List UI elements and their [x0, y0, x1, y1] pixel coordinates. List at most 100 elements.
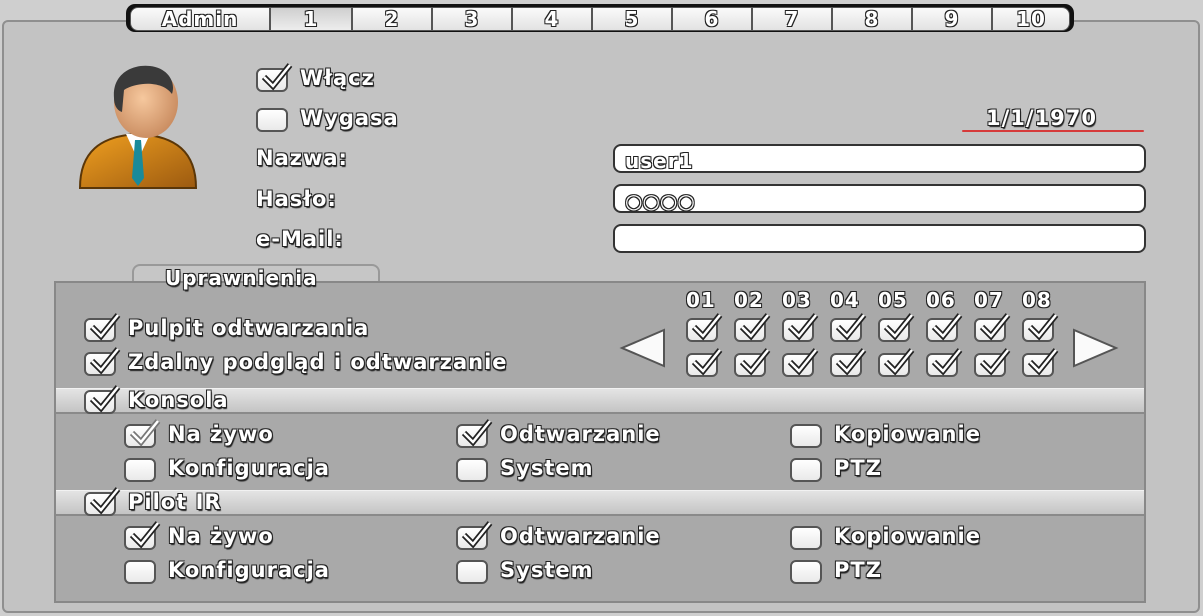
- channel-checkbox-r2-07[interactable]: [974, 348, 1011, 377]
- ir-live-checkbox[interactable]: [124, 521, 161, 550]
- channel-checkbox-r1-06[interactable]: [926, 313, 963, 342]
- enable-label: Włącz: [300, 66, 375, 90]
- console-config-checkbox[interactable]: [124, 458, 156, 482]
- channel-checkbox-r2-04[interactable]: [830, 348, 867, 377]
- email-label: e-Mail:: [256, 227, 344, 251]
- channel-label-02: 02: [734, 288, 764, 312]
- tab-admin[interactable]: Admin: [130, 7, 270, 31]
- checkmark-icon: [787, 348, 819, 376]
- channel-label-06: 06: [926, 288, 956, 312]
- channel-checkbox-r2-08[interactable]: [1022, 348, 1059, 377]
- name-value: user1: [625, 149, 694, 173]
- arrow-right-icon[interactable]: [1070, 328, 1120, 368]
- enable-checkbox[interactable]: [256, 63, 293, 92]
- tab-user-7[interactable]: 7: [752, 7, 832, 31]
- tab-user-9[interactable]: 9: [912, 7, 992, 31]
- channel-checkbox-r1-05[interactable]: [878, 313, 915, 342]
- expire-checkbox[interactable]: [256, 108, 288, 132]
- tab-user-1[interactable]: 1: [270, 7, 352, 31]
- checkmark-icon: [835, 313, 867, 341]
- console-live-label: Na żywo: [168, 422, 274, 446]
- channel-checkbox-r1-01[interactable]: [686, 313, 723, 342]
- remote-label: Zdalny podgląd i odtwarzanie: [128, 350, 508, 374]
- remote-checkbox[interactable]: [84, 347, 121, 376]
- arrow-left-icon[interactable]: [618, 328, 668, 368]
- user-avatar-icon: [78, 65, 198, 189]
- channel-label-03: 03: [782, 288, 812, 312]
- ir-ptz-checkbox[interactable]: [790, 560, 822, 584]
- ir-system-checkbox[interactable]: [456, 560, 488, 584]
- checkmark-icon: [261, 63, 293, 91]
- ir-live-label: Na żywo: [168, 524, 274, 548]
- console-label: Konsola: [128, 388, 229, 412]
- ir-ptz-label: PTZ: [834, 558, 882, 582]
- console-system-checkbox[interactable]: [456, 458, 488, 482]
- tab-user-3[interactable]: 3: [432, 7, 512, 31]
- channel-checkbox-r2-01[interactable]: [686, 348, 723, 377]
- ir-checkbox[interactable]: [84, 487, 121, 516]
- checkmark-icon: [931, 348, 963, 376]
- tab-user-8[interactable]: 8: [832, 7, 912, 31]
- channel-checkbox-r1-08[interactable]: [1022, 313, 1059, 342]
- checkmark-icon: [89, 347, 121, 375]
- checkmark-icon: [979, 313, 1011, 341]
- channel-label-04: 04: [830, 288, 860, 312]
- ir-backup-checkbox[interactable]: [790, 526, 822, 550]
- expire-date[interactable]: 1/1/1970: [986, 108, 1097, 129]
- password-label: Hasło:: [256, 187, 337, 211]
- channel-label-08: 08: [1022, 288, 1052, 312]
- checkmark-icon: [461, 521, 493, 549]
- channel-checkbox-r1-02[interactable]: [734, 313, 771, 342]
- checkmark-icon: [979, 348, 1011, 376]
- checkmark-icon: [739, 348, 771, 376]
- ir-system-label: System: [500, 558, 594, 582]
- tab-user-5[interactable]: 5: [592, 7, 672, 31]
- checkmark-icon: [1027, 313, 1059, 341]
- checkmark-icon: [931, 313, 963, 341]
- ir-label: Pilot IR: [128, 490, 222, 514]
- channel-checkbox-r1-04[interactable]: [830, 313, 867, 342]
- tab-user-6[interactable]: 6: [672, 7, 752, 31]
- console-live-checkbox[interactable]: [124, 419, 161, 448]
- tab-user-2[interactable]: 2: [352, 7, 432, 31]
- ir-playback-label: Odtwarzanie: [500, 524, 661, 548]
- password-value: ○○○○: [625, 189, 695, 213]
- name-field[interactable]: user1: [613, 144, 1146, 173]
- tab-user-10[interactable]: 10: [992, 7, 1070, 31]
- console-ptz-label: PTZ: [834, 456, 882, 480]
- ir-backup-label: Kopiowanie: [834, 524, 981, 548]
- checkmark-icon: [461, 419, 493, 447]
- console-checkbox[interactable]: [84, 385, 121, 414]
- checkmark-icon: [883, 313, 915, 341]
- checkmark-icon: [883, 348, 915, 376]
- checkmark-icon: [129, 419, 161, 447]
- channel-checkbox-r2-02[interactable]: [734, 348, 771, 377]
- playback-desk-label: Pulpit odtwarzania: [128, 316, 370, 340]
- checkmark-icon: [739, 313, 771, 341]
- ir-config-checkbox[interactable]: [124, 560, 156, 584]
- checkmark-icon: [129, 521, 161, 549]
- channel-checkbox-r2-05[interactable]: [878, 348, 915, 377]
- expire-label: Wygasa: [300, 106, 399, 130]
- channel-checkbox-r2-03[interactable]: [782, 348, 819, 377]
- password-field[interactable]: ○○○○: [613, 184, 1146, 213]
- checkmark-icon: [89, 487, 121, 515]
- channel-checkbox-r2-06[interactable]: [926, 348, 963, 377]
- email-field[interactable]: [613, 224, 1146, 253]
- playback-desk-checkbox[interactable]: [84, 313, 121, 342]
- ir-playback-checkbox[interactable]: [456, 521, 493, 550]
- console-system-label: System: [500, 456, 594, 480]
- checkmark-icon: [835, 348, 867, 376]
- permissions-title: Uprawnienia: [165, 266, 318, 290]
- console-playback-label: Odtwarzanie: [500, 422, 661, 446]
- channel-label-01: 01: [686, 288, 716, 312]
- console-ptz-checkbox[interactable]: [790, 458, 822, 482]
- channel-checkbox-r1-07[interactable]: [974, 313, 1011, 342]
- checkmark-icon: [89, 313, 121, 341]
- tab-user-4[interactable]: 4: [512, 7, 592, 31]
- channel-checkbox-r1-03[interactable]: [782, 313, 819, 342]
- checkmark-icon: [1027, 348, 1059, 376]
- console-backup-checkbox[interactable]: [790, 424, 822, 448]
- console-playback-checkbox[interactable]: [456, 419, 493, 448]
- channel-label-07: 07: [974, 288, 1004, 312]
